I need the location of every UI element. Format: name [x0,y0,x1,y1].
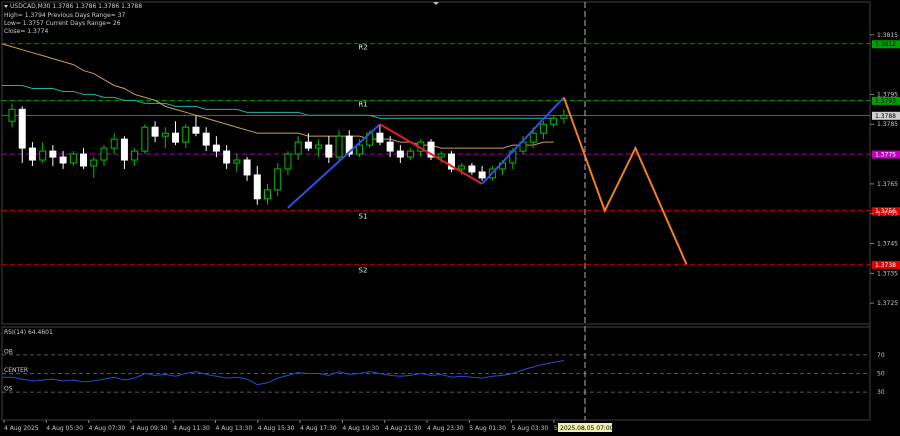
time-tick-label: 5 Aug 03:30 [512,425,549,432]
level-price-label: 1.3775 [875,152,896,159]
candle-body [223,150,231,164]
candle-body [396,150,404,158]
price-tick-label: 1.3795 [877,91,898,98]
close-info: Close= 1.3774 [4,28,48,35]
candle-body [315,144,323,149]
candle-body [335,135,343,158]
candle-body [468,165,476,173]
candle-body [386,141,394,152]
price-tick-label: 1.3815 [877,32,898,39]
low-info: Low= 1.3757 Current Days Range= 26 [4,20,121,27]
current-price-label: 1.3788 [875,113,896,120]
rsi-level-name: OB [4,348,13,355]
level-price-label: 1.3793 [875,98,896,105]
candle-body [539,123,547,134]
time-tick-label: 4 Aug 17:30 [300,425,337,432]
candle-body [182,126,190,143]
time-tick-label: 4 Aug 23:30 [427,425,464,432]
level-price-label: 1.3812 [875,41,896,48]
rsi-level-name: OS [4,386,13,393]
candle-body [192,126,200,134]
time-tick-label: 4 Aug 13:30 [216,425,253,432]
candle-body [264,189,271,200]
level-name: R2 [358,44,367,52]
price-tick-label: 1.3785 [877,121,898,128]
time-tick-label: 4 Aug 2025 [4,425,39,432]
level-name: S1 [359,213,368,221]
time-tick-label: 4 Aug 15:30 [258,425,295,432]
level-price-label: 1.3738 [875,262,896,269]
candle-body [141,126,149,152]
candle-body [151,126,159,137]
rsi-tick-label: 70 [877,352,885,359]
candle-body [550,117,558,125]
time-tick-label: 4 Aug 05:30 [46,425,83,432]
candle-body [355,144,363,155]
candle-body [49,150,57,158]
candle-body [100,147,108,161]
candle-body [243,159,251,176]
candle-body [560,114,568,119]
time-tick-label: 5 [554,425,558,432]
chart-background [0,0,900,436]
candle-body [69,153,77,164]
candle-body [407,150,415,158]
level-name: R1 [358,100,367,108]
candle-body [8,108,16,122]
candle-body [458,165,466,170]
candle-body [59,156,67,164]
candle-body [39,150,47,161]
level-name: S2 [359,266,368,274]
price-tick-label: 1.3735 [877,270,898,277]
price-tick-label: 1.3765 [877,181,898,188]
candle-body [202,132,210,146]
candle-body [18,108,26,149]
candle-body [294,141,302,155]
time-tick-label: 4 Aug 19:30 [342,425,379,432]
time-tick-label: 5 Aug 01:30 [469,425,506,432]
price-tick-label: 1.3755 [877,211,898,218]
candle-body [253,174,261,200]
candle-body [161,132,169,137]
current-time-label: 2025.08.05 07:00 [560,425,614,432]
price-tick-label: 1.3745 [877,241,898,248]
candle-body [304,141,312,149]
candle-body [478,171,486,179]
candle-body [325,144,333,158]
time-tick-label: 4 Aug 21:30 [385,425,422,432]
price-tick-label: 1.3725 [877,300,898,307]
time-tick-label: 4 Aug 09:30 [131,425,168,432]
candle-body [212,144,220,152]
high-info: High= 1.3794 Previous Days Range= 37 [4,12,126,19]
candle-body [120,138,128,161]
candle-body [172,132,180,143]
candle-body [110,138,118,149]
candle-body [131,150,139,161]
candle-body [284,153,292,170]
symbol-info: USDCAD,M30 1.3786 1.3786 1.3786 1.3788 [10,3,142,10]
rsi-label: RSI(14) 64.4601 [4,329,53,336]
candle-body [529,132,537,143]
chart-canvas[interactable]: R2 1.3812R1 1.3793S11.3756S21.37381.37751.… [0,0,900,436]
time-tick-label: 4 Aug 07:30 [89,425,126,432]
candle-body [376,132,384,143]
rsi-tick-label: 30 [877,389,885,396]
candle-body [90,159,98,167]
rsi-level-name: CENTER [4,367,28,374]
candle-body [233,159,241,164]
candle-body [28,147,36,161]
candle-body [437,153,445,158]
time-tick-label: 4 Aug 11:30 [173,425,210,432]
candle-body [80,153,88,167]
rsi-tick-label: 50 [877,371,885,378]
candle-body [274,168,282,191]
